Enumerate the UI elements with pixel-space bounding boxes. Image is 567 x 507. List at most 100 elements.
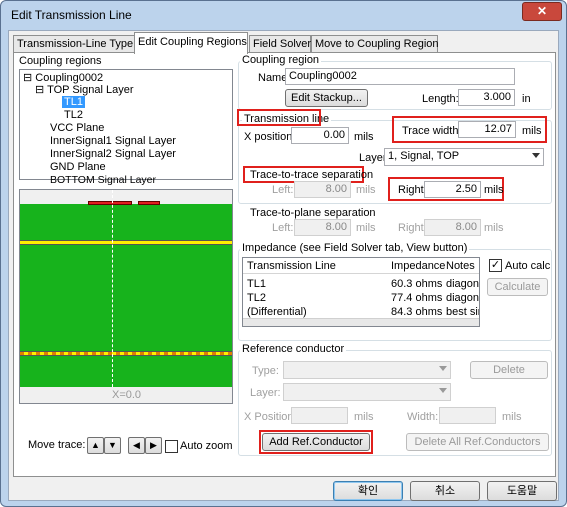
- layer-select[interactable]: 1, Signal, TOP: [384, 148, 544, 166]
- horizontal-scrollbar[interactable]: [243, 318, 479, 326]
- calculate-button[interactable]: Calculate: [487, 278, 548, 296]
- tree-item-tl1[interactable]: TL1: [62, 96, 85, 108]
- delete-ref-button[interactable]: Delete: [470, 361, 548, 379]
- highlight-add-ref: [259, 430, 373, 454]
- x-position-unit: mils: [354, 131, 374, 143]
- edit-stackup-button[interactable]: Edit Stackup...: [285, 89, 368, 107]
- center-guide-line: [112, 190, 113, 387]
- ref-width-label: Width:: [407, 411, 439, 423]
- trace-tl2[interactable]: [138, 201, 160, 205]
- tree-item-innersignal2[interactable]: InnerSignal2 Signal Layer: [50, 148, 176, 160]
- row-diff-line[interactable]: (Differential): [247, 306, 307, 318]
- row-tl1-notes[interactable]: diagona: [446, 278, 479, 290]
- move-left-button[interactable]: ◀: [128, 437, 145, 454]
- row-tl2-line[interactable]: TL2: [247, 292, 266, 304]
- impedance-table[interactable]: Transmission Line Impedance Notes TL1 60…: [242, 257, 480, 327]
- trace-width-unit: mils: [522, 125, 542, 137]
- ref-x-unit: mils: [354, 411, 374, 423]
- tab-move-to-coupling-region[interactable]: Move to Coupling Region: [311, 35, 439, 53]
- cross-section-view[interactable]: X=0.0: [19, 189, 233, 404]
- x-position-label: X position:: [244, 131, 296, 143]
- coupling-region-title: Coupling region: [240, 54, 322, 66]
- tt-right-label: Right:: [398, 184, 427, 196]
- tree-item-tl2[interactable]: TL2: [64, 109, 83, 121]
- tree-item-bottom-signal-layer[interactable]: BOTTOM Signal Layer: [50, 174, 156, 186]
- tab-pane: Coupling regions ⊟ Coupling0002 ⊟ TOP Si…: [13, 52, 556, 477]
- auto-calc-checkbox[interactable]: ✓: [489, 259, 502, 272]
- auto-zoom-checkbox[interactable]: [165, 440, 178, 453]
- collapse-icon[interactable]: ⊟: [35, 84, 44, 96]
- move-right-button[interactable]: ▶: [145, 437, 162, 454]
- tp-left-input[interactable]: 8.00: [294, 219, 351, 236]
- ref-width-unit: mils: [502, 411, 522, 423]
- length-unit: in: [522, 93, 531, 105]
- layer-label: Layer: [359, 152, 387, 164]
- trace-tl1[interactable]: [88, 201, 132, 205]
- trace-width-input[interactable]: 12.07: [458, 121, 516, 138]
- tree-item-top-signal-layer[interactable]: ⊟ TOP Signal Layer: [35, 83, 134, 96]
- tt-right-input[interactable]: 2.50: [424, 181, 481, 198]
- tt-left-label: Left:: [272, 184, 294, 196]
- row-diff-notes[interactable]: best sing: [446, 306, 479, 318]
- row-tl1-line[interactable]: TL1: [247, 278, 266, 290]
- tab-field-solver[interactable]: Field Solver: [249, 35, 311, 53]
- coupling-regions-tree[interactable]: ⊟ Coupling0002 ⊟ TOP Signal Layer TL1 TL…: [19, 69, 233, 186]
- trace-width-label: Trace width:: [402, 125, 462, 137]
- tp-right-unit: mils: [484, 222, 504, 234]
- chevron-down-icon: [532, 153, 540, 158]
- tp-left-label: Left:: [272, 222, 294, 234]
- tree-item-gnd-plane[interactable]: GND Plane: [50, 161, 106, 173]
- tree-item-innersignal1[interactable]: InnerSignal1 Signal Layer: [50, 135, 176, 147]
- tt-left-input[interactable]: 8.00: [294, 181, 351, 198]
- name-input[interactable]: Coupling0002: [285, 68, 515, 85]
- collapse-icon[interactable]: ⊟: [23, 72, 32, 84]
- close-button[interactable]: ✕: [522, 2, 562, 21]
- column-header-notes[interactable]: Notes: [446, 260, 475, 272]
- tab-transmission-line-type[interactable]: Transmission-Line Type: [13, 35, 136, 53]
- ref-layer-select[interactable]: [283, 383, 451, 401]
- ref-x-position-label: X Position:: [244, 411, 297, 423]
- impedance-title: Impedance (see Field Solver tab, View bu…: [240, 242, 470, 254]
- length-label: Length:: [422, 93, 459, 105]
- tab-edit-coupling-regions[interactable]: Edit Coupling Regions: [134, 32, 248, 54]
- row-tl2-notes[interactable]: diagona: [446, 292, 479, 304]
- tp-right-input[interactable]: 8.00: [424, 219, 481, 236]
- chevron-down-icon: [439, 366, 447, 371]
- move-down-button[interactable]: ▼: [104, 437, 121, 454]
- ref-type-select[interactable]: [283, 361, 451, 379]
- move-trace-label: Move trace:: [28, 439, 86, 451]
- delete-all-ref-button[interactable]: Delete All Ref.Conductors: [406, 433, 549, 451]
- row-tl2-impedance[interactable]: 77.4 ohms: [391, 292, 442, 304]
- trace-to-plane-title: Trace-to-plane separation: [250, 207, 376, 219]
- ref-width-input[interactable]: [439, 407, 496, 424]
- tree-item-vcc-plane[interactable]: VCC Plane: [50, 122, 104, 134]
- column-header-line[interactable]: Transmission Line: [247, 260, 336, 272]
- gnd-plane-line: [20, 351, 232, 356]
- column-header-impedance[interactable]: Impedance: [391, 260, 445, 272]
- window-title: Edit Transmission Line: [11, 8, 132, 22]
- move-up-button[interactable]: ▲: [87, 437, 104, 454]
- auto-zoom-label: Auto zoom: [180, 440, 233, 452]
- ref-layer-label: Layer:: [250, 387, 281, 399]
- reference-conductor-title: Reference conductor: [240, 343, 347, 355]
- ok-button[interactable]: 확인: [333, 481, 403, 501]
- help-button[interactable]: 도움말: [487, 481, 557, 501]
- length-input[interactable]: 3.000: [458, 89, 515, 106]
- ref-x-position-input[interactable]: [291, 407, 348, 424]
- highlight-transmission-line: [237, 109, 321, 126]
- dialog-window: Edit Transmission Line ✕ Transmission-Li…: [0, 0, 567, 507]
- dialog-client: Transmission-Line Type Edit Coupling Reg…: [8, 30, 559, 501]
- row-diff-impedance[interactable]: 84.3 ohms: [391, 306, 442, 318]
- tp-right-label: Right:: [398, 222, 427, 234]
- row-tl1-impedance[interactable]: 60.3 ohms: [391, 278, 442, 290]
- coupling-regions-label: Coupling regions: [19, 55, 102, 67]
- title-bar: Edit Transmission Line ✕: [1, 1, 566, 29]
- tp-left-unit: mils: [356, 222, 376, 234]
- dielectric-area: [20, 204, 232, 387]
- tt-left-unit: mils: [356, 184, 376, 196]
- x-position-input[interactable]: 0.00: [291, 127, 349, 144]
- cancel-button[interactable]: 취소: [410, 481, 480, 501]
- ref-type-label: Type:: [252, 365, 279, 377]
- x-readout: X=0.0: [112, 389, 142, 401]
- trace-to-trace-title: Trace-to-trace separation: [250, 169, 374, 181]
